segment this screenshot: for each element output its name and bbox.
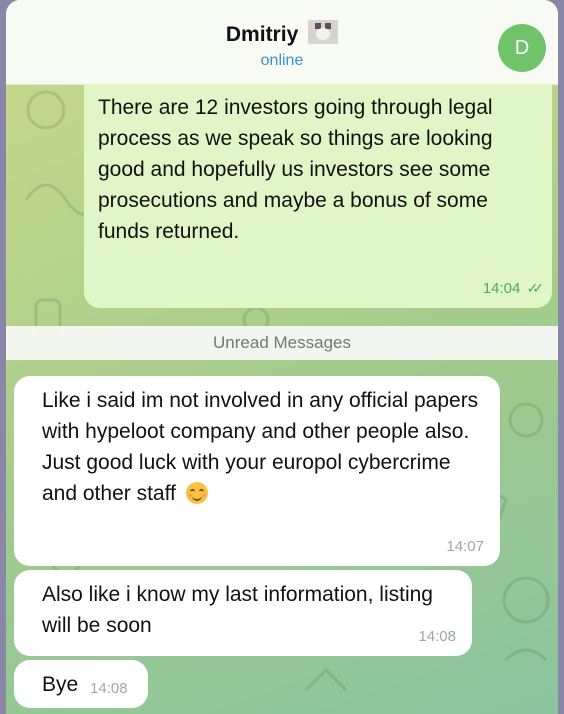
message-timestamp: 14:08 xyxy=(418,628,456,645)
message-text: Also like i know my last information, li… xyxy=(42,583,433,637)
message-text: There are 12 investors going through leg… xyxy=(98,96,493,243)
message-timestamp: 14:04 xyxy=(482,280,521,297)
chat-header[interactable]: Dmitriy online D xyxy=(6,0,558,85)
message-text: Bye xyxy=(42,673,79,696)
contact-title[interactable]: Dmitriy xyxy=(6,20,558,47)
chat-window: Dmitriy online D There are 12 investors … xyxy=(6,0,558,714)
message-timestamp: 14:07 xyxy=(446,538,484,555)
smiling-face-icon xyxy=(185,482,208,504)
double-check-icon: ✓✓ xyxy=(526,280,545,296)
avatar[interactable]: D xyxy=(498,24,546,72)
outgoing-message[interactable]: There are 12 investors going through leg… xyxy=(84,84,552,308)
unread-messages-divider: Unread Messages xyxy=(6,326,558,360)
incoming-message[interactable]: Also like i know my last information, li… xyxy=(14,570,472,656)
message-timestamp: 14:08 xyxy=(90,680,128,697)
incoming-message[interactable]: Bye 14:08 xyxy=(14,660,148,708)
incoming-message[interactable]: Like i said im not involved in any offic… xyxy=(14,376,500,566)
online-status: online xyxy=(260,52,304,69)
message-time: 14:04 ✓✓ xyxy=(482,279,545,298)
message-text: Like i said im not involved in any offic… xyxy=(42,389,479,505)
contact-name: Dmitriy xyxy=(225,23,299,46)
cat-emoji-icon xyxy=(308,20,339,44)
